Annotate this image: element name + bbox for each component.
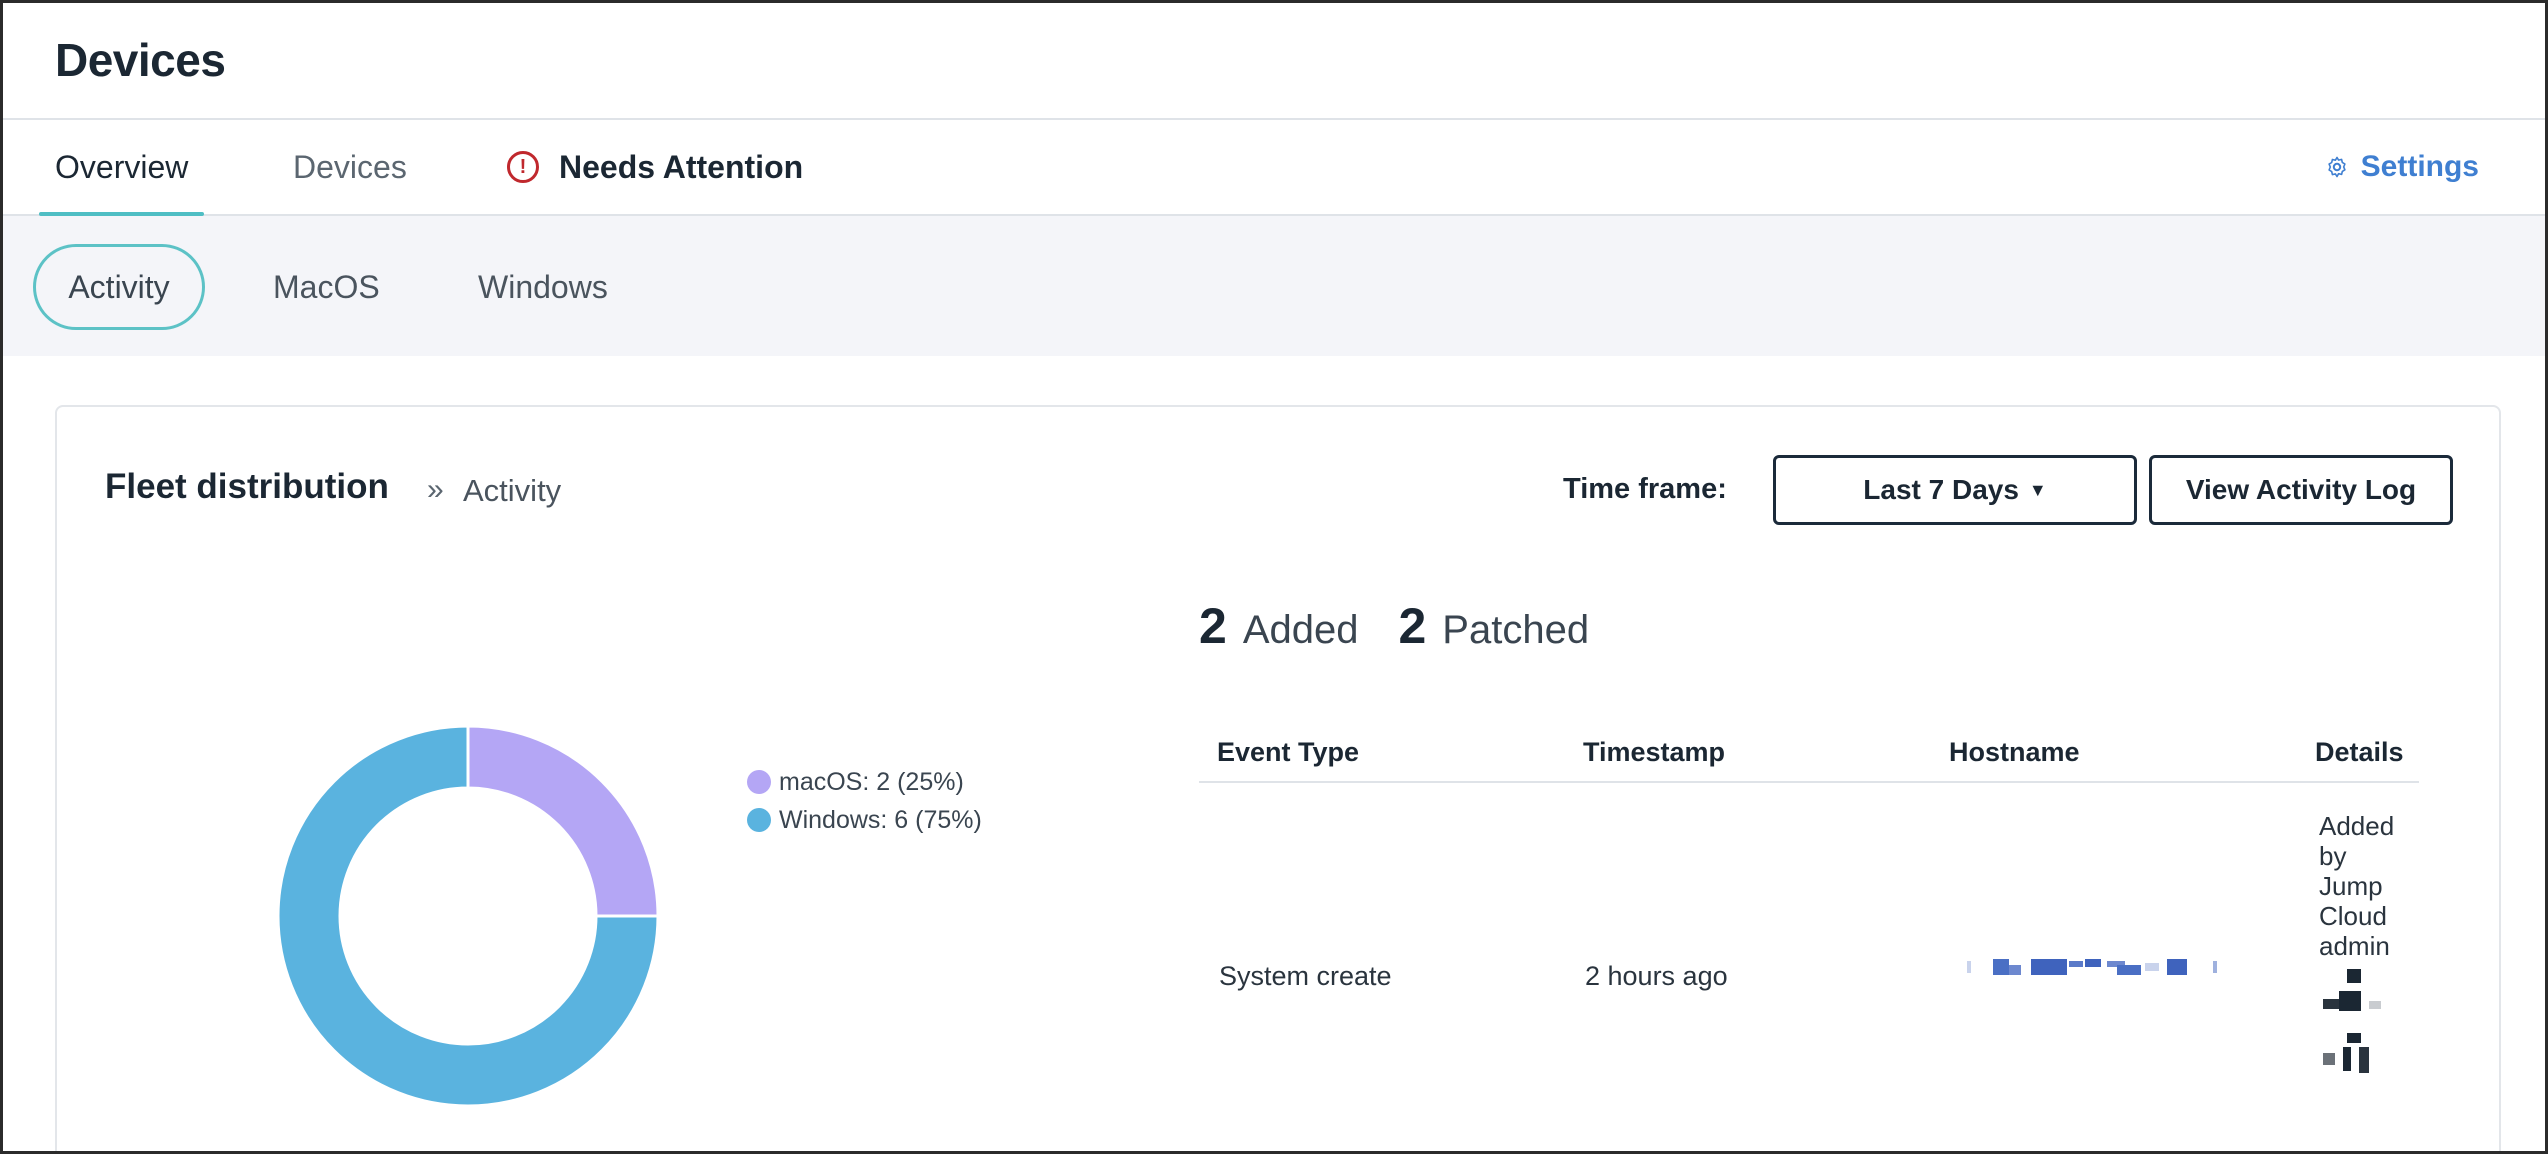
subnav-macos[interactable]: MacOS <box>273 244 380 330</box>
alert-icon: ! <box>507 151 539 183</box>
column-header-hostname[interactable]: Hostname <box>1949 737 2080 768</box>
fleet-donut-chart <box>276 724 660 1108</box>
legend-dot-macos <box>747 770 771 794</box>
gear-icon <box>2327 156 2346 178</box>
page-title: Devices <box>55 34 226 86</box>
app-frame: Devices Overview Devices ! Needs Attenti… <box>0 0 2548 1154</box>
breadcrumb-separator: » <box>427 473 444 506</box>
sub-navigation: Activity MacOS Windows <box>3 216 2545 356</box>
page-header: Devices <box>3 3 2545 120</box>
tab-overview[interactable]: Overview <box>39 120 205 216</box>
activity-summary: 2 Added 2 Patched <box>1199 597 1629 655</box>
column-header-event-type[interactable]: Event Type <box>1217 737 1359 768</box>
table-row[interactable]: System create 2 hours ago Added by Jump … <box>1199 783 2419 1073</box>
patched-label: Patched <box>1442 608 1590 652</box>
column-header-details[interactable]: Details <box>2315 737 2404 768</box>
tab-needs-attention-label: Needs Attention <box>559 148 804 185</box>
timeframe-dropdown[interactable]: Last 7 Days ▼ <box>1773 455 2137 525</box>
view-activity-log-button[interactable]: View Activity Log <box>2149 455 2453 525</box>
legend-label-macos: macOS: 2 (25%) <box>779 767 964 796</box>
patched-count: 2 <box>1398 598 1427 654</box>
legend-label-windows: Windows: 6 (75%) <box>779 805 982 834</box>
settings-link[interactable]: Settings <box>2325 120 2479 214</box>
column-header-timestamp[interactable]: Timestamp <box>1583 737 1725 768</box>
fleet-distribution-card: Fleet distribution » Activity Time frame… <box>55 405 2501 1151</box>
added-count: 2 <box>1199 598 1227 654</box>
table-header: Event Type Timestamp Hostname Details <box>1199 725 2419 783</box>
activity-table: Event Type Timestamp Hostname Details Sy… <box>1199 725 2419 1073</box>
donut-slice-macos[interactable] <box>466 724 660 918</box>
subnav-activity[interactable]: Activity <box>33 244 205 330</box>
redacted-details <box>2323 969 2381 1073</box>
subnav-windows[interactable]: Windows <box>478 244 608 330</box>
tab-needs-attention[interactable]: ! Needs Attention <box>507 120 803 214</box>
legend-item-windows: Windows: 6 (75%) <box>747 801 982 839</box>
cell-details: Added by Jump Cloud admin <box>2319 811 2409 1081</box>
chart-legend: macOS: 2 (25%) Windows: 6 (75%) <box>747 763 982 839</box>
cell-timestamp: 2 hours ago <box>1585 961 1728 991</box>
breadcrumb-activity: Activity <box>463 473 562 508</box>
cell-event-type: System create <box>1219 961 1392 991</box>
legend-item-macos: macOS: 2 (25%) <box>747 763 982 801</box>
tab-devices[interactable]: Devices <box>293 120 407 214</box>
legend-dot-windows <box>747 808 771 832</box>
settings-label: Settings <box>2360 150 2479 183</box>
redacted-hostname <box>1967 959 2217 975</box>
timeframe-value: Last 7 Days <box>1863 474 2019 505</box>
caret-down-icon: ▼ <box>2028 479 2047 500</box>
timeframe-label: Time frame: <box>1563 473 1727 505</box>
added-label: Added <box>1242 608 1359 652</box>
tab-bar: Overview Devices ! Needs Attention Setti… <box>3 120 2545 216</box>
card-title: Fleet distribution <box>105 467 389 506</box>
details-text: Added by Jump Cloud admin <box>2319 811 2395 961</box>
